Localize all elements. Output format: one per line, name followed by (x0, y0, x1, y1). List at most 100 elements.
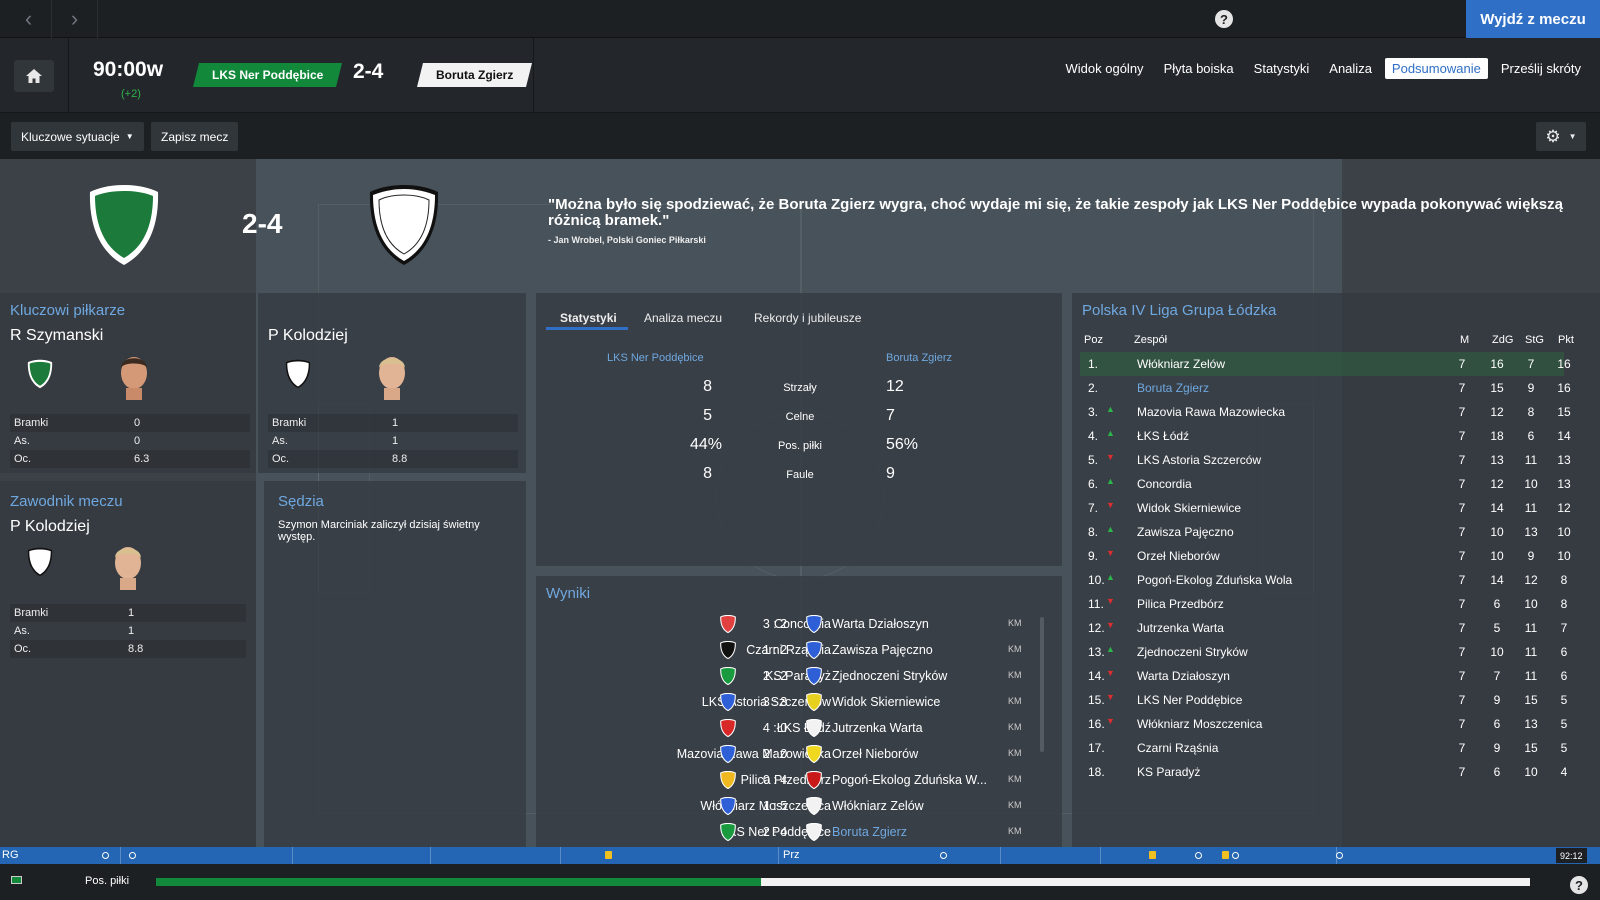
save-match-button[interactable]: Zapisz mecz (151, 122, 239, 151)
league-team[interactable]: Pilica Przedbórz (1137, 597, 1224, 611)
result-away-team[interactable]: Jutrzenka Warta (832, 721, 1002, 735)
league-title[interactable]: Polska IV Liga Grupa Łódzka (1082, 302, 1276, 319)
result-away-team[interactable]: Warta Działoszyn (832, 617, 1002, 631)
league-row[interactable]: 7. ▼ Widok Skierniewice 7 14 11 12 (1080, 496, 1571, 520)
timeline-event-icon[interactable] (102, 852, 109, 859)
league-team[interactable]: Boruta Zgierz (1137, 381, 1209, 395)
result-away-team[interactable]: Włókniarz Zelów (832, 799, 1002, 813)
tab-5[interactable]: Prześlij skróty (1494, 58, 1588, 79)
key-player-home-name[interactable]: R Szymanski (10, 327, 103, 345)
league-team[interactable]: Orzeł Nieborów (1137, 549, 1220, 563)
league-team[interactable]: Czarni Rząśnia (1137, 741, 1218, 755)
settings-button[interactable]: ⚙ ▼ (1536, 122, 1586, 151)
match-report-link[interactable]: KM (1008, 826, 1022, 836)
tab-rekordy[interactable]: Rekordy i jubileusze (754, 311, 861, 325)
motm-name[interactable]: P Kolodziej (10, 518, 90, 536)
league-row[interactable]: 3. ▲ Mazovia Rawa Mazowiecka 7 12 8 15 (1080, 400, 1571, 424)
match-report-link[interactable]: KM (1008, 644, 1022, 654)
tab-3[interactable]: Analiza (1322, 58, 1379, 79)
league-row[interactable]: 15. ▼ LKS Ner Poddębice 7 9 15 5 (1080, 688, 1567, 712)
timeline-event-icon[interactable] (1336, 852, 1343, 859)
timeline-event-icon[interactable] (129, 852, 136, 859)
exit-match-button[interactable]: Wyjdź z meczu (1466, 0, 1600, 38)
league-team[interactable]: Włókniarz Zelów (1137, 357, 1225, 371)
stats-home-team[interactable]: LKS Ner Poddębice (607, 352, 704, 364)
tab-0[interactable]: Widok ogólny (1059, 58, 1151, 79)
league-row[interactable]: 9. ▼ Orzeł Nieborów 7 10 9 10 (1080, 544, 1571, 568)
result-row[interactable]: Pilica Przedbórz 0 : 4 Pogoń-Ekolog Zduńsk… (540, 767, 1050, 793)
result-away-team[interactable]: Boruta Zgierz (832, 825, 1002, 839)
league-row[interactable]: 16. ▼ Włókniarz Moszczenica 7 6 13 5 (1080, 712, 1567, 736)
match-report-link[interactable]: KM (1008, 722, 1022, 732)
match-report-link[interactable]: KM (1008, 800, 1022, 810)
league-row[interactable]: 4. ▲ ŁKS Łódź 7 18 6 14 (1080, 424, 1571, 448)
league-team[interactable]: Zawisza Pajęczno (1137, 525, 1234, 539)
result-row[interactable]: Czarni Rząśnia 1 : 2 Zawisza Pajęczno KM (540, 637, 1050, 663)
match-report-link[interactable]: KM (1008, 696, 1022, 706)
tab-statystyki[interactable]: Statystyki (560, 311, 617, 325)
result-away-team[interactable]: Zawisza Pajęczno (832, 643, 1002, 657)
result-away-team[interactable]: Widok Skierniewice (832, 695, 1002, 709)
result-row[interactable]: LKS Ner Poddębice 2 : 4 Boruta Zgierz KM (540, 819, 1050, 845)
league-team[interactable]: ŁKS Łódź (1137, 429, 1189, 443)
league-row[interactable]: 13. ▲ Zjednoczeni Stryków 7 10 11 6 (1080, 640, 1567, 664)
yellow-card-icon[interactable] (1222, 851, 1229, 859)
tab-1[interactable]: Płyta boiska (1157, 58, 1241, 79)
league-row[interactable]: 17. Czarni Rząśnia 7 9 15 5 (1080, 736, 1567, 760)
match-report-link[interactable]: KM (1008, 670, 1022, 680)
league-team[interactable]: Jutrzenka Warta (1137, 621, 1224, 635)
timeline-event-icon[interactable] (1195, 852, 1202, 859)
league-team[interactable]: LKS Astoria Szczerców (1137, 453, 1261, 467)
league-team[interactable]: Concordia (1137, 477, 1192, 491)
timeline-event-icon[interactable] (1232, 852, 1239, 859)
tab-analiza-meczu[interactable]: Analiza meczu (644, 311, 722, 325)
timeline-event-icon[interactable] (940, 852, 947, 859)
result-row[interactable]: Mazovia Rawa Mazowiecka 2 : 0 Orzeł Niebor… (540, 741, 1050, 767)
match-timeline[interactable]: RG Prz 92:12 (0, 847, 1600, 864)
league-team[interactable]: Włókniarz Moszczenica (1137, 717, 1262, 731)
stats-away-team[interactable]: Boruta Zgierz (886, 352, 952, 364)
league-team[interactable]: Zjednoczeni Stryków (1137, 645, 1248, 659)
league-row[interactable]: 12. ▼ Jutrzenka Warta 7 5 11 7 (1080, 616, 1567, 640)
league-row[interactable]: 10. ▲ Pogoń-Ekolog Zduńska Wola 7 14 12 8 (1080, 568, 1567, 592)
match-report-link[interactable]: KM (1008, 748, 1022, 758)
league-team[interactable]: Mazovia Rawa Mazowiecka (1137, 405, 1285, 419)
key-player-away-name[interactable]: P Kolodziej (268, 327, 348, 345)
league-team[interactable]: Warta Działoszyn (1137, 669, 1230, 683)
help-icon[interactable]: ? (1570, 876, 1588, 894)
key-players-title[interactable]: Kluczowi piłkarze (10, 302, 125, 319)
result-row[interactable]: Włókniarz Moszczenica 1 : 5 Włókniarz Zeló… (540, 793, 1050, 819)
league-row[interactable]: 2. Boruta Zgierz 7 15 9 16 (1080, 376, 1571, 400)
result-row[interactable]: ŁKS Łódź 4 : 0 Jutrzenka Warta KM (540, 715, 1050, 741)
result-away-team[interactable]: Zjednoczeni Stryków (832, 669, 1002, 683)
league-row[interactable]: 8. ▲ Zawisza Pajęczno 7 10 13 10 (1080, 520, 1571, 544)
league-team[interactable]: KS Paradyż (1137, 765, 1200, 779)
league-row[interactable]: 18. KS Paradyż 7 6 10 4 (1080, 760, 1567, 784)
result-row[interactable]: KS Paradyż 2 : 2 Zjednoczeni Stryków KM (540, 663, 1050, 689)
home-button[interactable] (14, 60, 54, 92)
yellow-card-icon[interactable] (1149, 851, 1156, 859)
league-team[interactable]: Pogoń-Ekolog Zduńska Wola (1137, 573, 1292, 587)
result-row[interactable]: LKS Astoria Szczerców 3 : 3 Widok Skiernie… (540, 689, 1050, 715)
help-icon[interactable]: ? (1215, 10, 1233, 28)
home-team-badge[interactable]: LKS Ner Poddębice (193, 63, 343, 87)
league-team[interactable]: Widok Skierniewice (1137, 501, 1241, 515)
match-report-link[interactable]: KM (1008, 618, 1022, 628)
result-away-team[interactable]: Pogoń-Ekolog Zduńska W... (832, 773, 1002, 787)
key-moments-dropdown[interactable]: Kluczowe sytuacje ▼ (11, 122, 144, 151)
league-row[interactable]: 11. ▼ Pilica Przedbórz 7 6 10 8 (1080, 592, 1567, 616)
back-arrow-icon[interactable]: ‹ (6, 0, 52, 38)
away-team-badge[interactable]: Boruta Zgierz (417, 63, 533, 87)
league-row[interactable]: 1. Włókniarz Zelów 7 16 7 16 (1080, 352, 1571, 376)
league-row[interactable]: 14. ▼ Warta Działoszyn 7 7 11 6 (1080, 664, 1567, 688)
result-away-team[interactable]: Orzeł Nieborów (832, 747, 1002, 761)
tab-4[interactable]: Podsumowanie (1384, 58, 1488, 79)
league-row[interactable]: 5. ▼ LKS Astoria Szczerców 7 13 11 13 (1080, 448, 1571, 472)
league-team[interactable]: LKS Ner Poddębice (1137, 693, 1242, 707)
match-report-link[interactable]: KM (1008, 774, 1022, 784)
tab-2[interactable]: Statystyki (1247, 58, 1317, 79)
forward-arrow-icon[interactable]: › (52, 0, 98, 38)
result-row[interactable]: Concordia 3 : 2 Warta Działoszyn KM (540, 611, 1050, 637)
yellow-card-icon[interactable] (605, 851, 612, 859)
league-row[interactable]: 6. ▲ Concordia 7 12 10 13 (1080, 472, 1571, 496)
